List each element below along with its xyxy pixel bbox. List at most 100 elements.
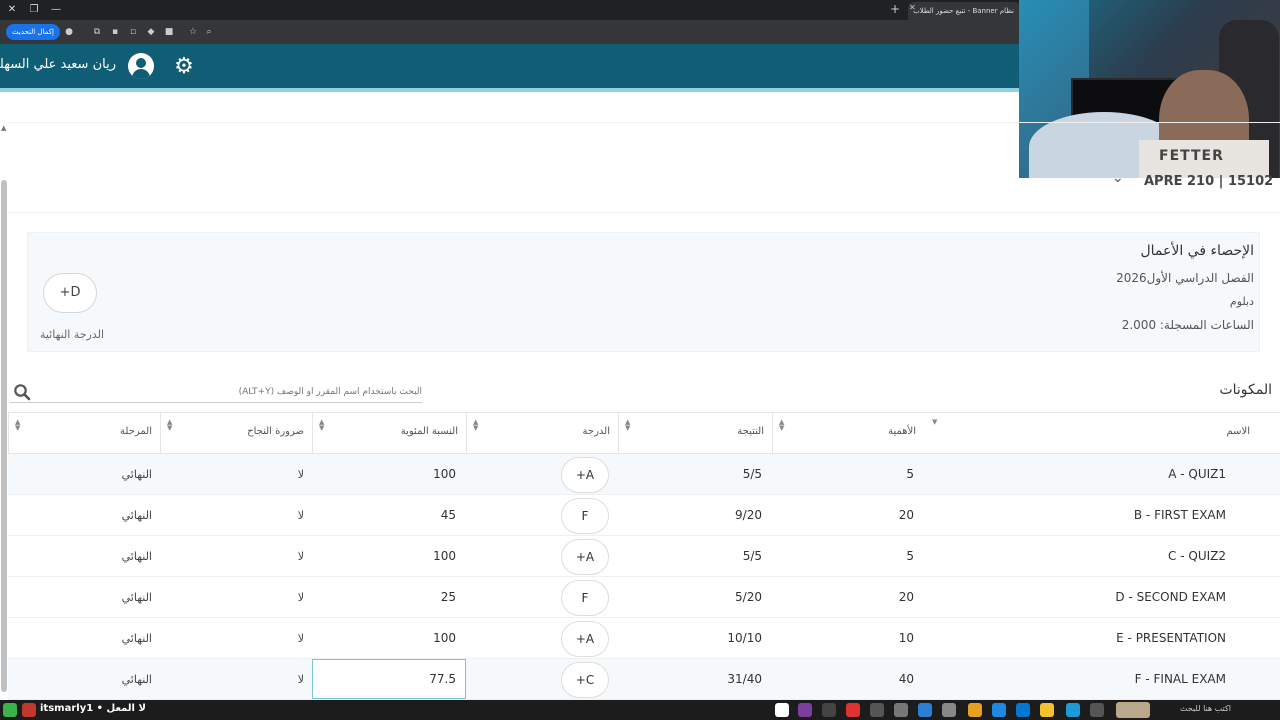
app-icon[interactable] <box>1090 703 1104 717</box>
table-row[interactable]: E - PRESENTATION 10 10/10 +A 100 لا النه… <box>8 618 1280 659</box>
cell-percent: 100 <box>433 549 456 563</box>
grade-badge: F <box>561 498 609 534</box>
cell-weight: 40 <box>898 672 914 686</box>
grade-badge: F <box>561 580 609 616</box>
header-required[interactable]: ▲ ▼ ضرورة النجاح <box>160 413 312 455</box>
update-button[interactable]: إكمال التحديث <box>6 24 60 40</box>
sort-icon[interactable]: ▲ ▼ <box>319 419 324 432</box>
extension-icon[interactable]: ■ <box>162 25 176 39</box>
cell-name: C - QUIZ2 <box>1168 549 1226 563</box>
user-name: ريان سعيد علي السهلي <box>0 57 116 72</box>
sort-desc-icon[interactable]: ▼ <box>932 419 937 426</box>
cell-weight: 20 <box>898 508 914 522</box>
header-percent[interactable]: ▲ ▼ النسبة المئوية <box>312 413 466 455</box>
cell-stage: النهائي <box>121 591 152 604</box>
sort-icon[interactable]: ▲ ▼ <box>15 419 20 432</box>
grade-badge: +A <box>561 621 609 657</box>
app-icon[interactable] <box>918 703 932 717</box>
profile-icon[interactable]: ● <box>62 25 76 39</box>
sort-icon[interactable]: ▲ ▼ <box>167 419 172 432</box>
table-row[interactable]: F - FINAL EXAM 40 31/40 +C 77.5 لا النها… <box>8 659 1280 700</box>
cell-score: 5/5 <box>742 549 762 563</box>
sort-icon[interactable]: ▲ ▼ <box>779 419 784 432</box>
app-icon[interactable] <box>942 703 956 717</box>
table-row[interactable]: B - FIRST EXAM 20 9/20 F 45 لا النهائي <box>8 495 1280 536</box>
table-row[interactable]: A - QUIZ1 5 5/5 +A 100 لا النهائي <box>8 454 1280 495</box>
extension-icon[interactable]: ▫ <box>126 25 140 39</box>
os-taskbar: itsmarly1 • لا المعل اكتب هنا للبحث <box>0 700 1280 720</box>
chrome-icon[interactable] <box>968 703 982 717</box>
table-row[interactable]: D - SECOND EXAM 20 5/20 F 25 لا النهائي <box>8 577 1280 618</box>
app-icon[interactable] <box>870 703 884 717</box>
course-semester: الفصل الدراسي الأول2026 <box>1116 271 1254 285</box>
extension-icon[interactable]: ◆ <box>144 25 158 39</box>
app-icon[interactable] <box>798 703 812 717</box>
sort-icon[interactable]: ▲ ▼ <box>625 419 630 432</box>
header-stage[interactable]: ▲ ▼ المرحلة <box>8 413 160 455</box>
cell-required: لا <box>297 632 304 645</box>
app-icon[interactable] <box>846 703 860 717</box>
chevron-down-icon[interactable]: ⌄ <box>1112 170 1124 186</box>
folder-icon[interactable] <box>1040 703 1054 717</box>
divider <box>8 212 1280 213</box>
app-icon[interactable] <box>22 703 36 717</box>
app-icon[interactable] <box>992 703 1006 717</box>
course-code[interactable]: APRE 210 | 15102 <box>1144 174 1273 189</box>
app-icon[interactable] <box>822 703 836 717</box>
table-row[interactable]: C - QUIZ2 5 5/5 +A 100 لا النهائي <box>8 536 1280 577</box>
grade-badge: +C <box>561 662 609 698</box>
header-required-label: ضرورة النجاح <box>247 426 304 437</box>
header-score-label: النتيجة <box>737 426 764 437</box>
cell-stage: النهائي <box>121 509 152 522</box>
new-tab-icon[interactable]: + <box>890 2 900 16</box>
close-window-icon[interactable]: ✕ <box>4 2 20 18</box>
course-hours: الساعات المسجلة: 2.000 <box>1121 318 1254 332</box>
cell-name: A - QUIZ1 <box>1168 467 1226 481</box>
header-weight-label: الأهمية <box>888 426 916 437</box>
cell-score: 5/5 <box>742 467 762 481</box>
avatar-head-icon <box>136 58 146 68</box>
header-percent-label: النسبة المئوية <box>400 426 458 437</box>
avatar[interactable] <box>128 53 154 79</box>
sort-icon[interactable]: ▲ ▼ <box>473 419 478 432</box>
settings-icon[interactable] <box>894 703 908 717</box>
webcam-overlay: FETTER <box>1019 0 1280 178</box>
header-weight[interactable]: ▲ ▼ الأهمية <box>772 413 924 455</box>
scroll-up-icon[interactable]: ▲ <box>1 124 6 132</box>
scrollbar-thumb[interactable] <box>1 180 7 692</box>
gear-icon[interactable]: ⚙ <box>170 53 198 81</box>
header-grade[interactable]: ▲ ▼ الدرجة <box>466 413 618 455</box>
zoom-icon[interactable]: ⌕ <box>202 25 216 39</box>
browser-titlebar: ✕ ❐ — + نظام Banner - تتبع حضور الطلاب ✕ <box>0 0 1020 20</box>
header-grade-label: الدرجة <box>582 426 610 437</box>
course-title: الإحصاء في الأعمال <box>1140 243 1254 259</box>
table-header: ▼ الاسم ▲ ▼ الأهمية ▲ ▼ النتيجة ▲ ▼ الدرجة … <box>8 412 1280 455</box>
final-grade-badge: +D <box>43 273 97 313</box>
course-level: دبلوم <box>1229 295 1254 308</box>
app-icon[interactable] <box>1016 703 1030 717</box>
tab-close-icon[interactable]: ✕ <box>909 3 916 12</box>
windows-start-icon[interactable] <box>775 703 789 717</box>
browser-toolbar: إكمال التحديث ● ⧉ ▪ ▫ ◆ ■ ☆ ⌕ <box>0 20 1020 44</box>
course-info-panel <box>27 232 1260 352</box>
cell-required: لا <box>297 673 304 686</box>
cell-weight: 5 <box>906 467 914 481</box>
header-score[interactable]: ▲ ▼ النتيجة <box>618 413 772 455</box>
extension-icon[interactable]: ▪ <box>108 25 122 39</box>
cell-name: B - FIRST EXAM <box>1133 508 1226 522</box>
app-icon[interactable] <box>1066 703 1080 717</box>
header-stage-label: المرحلة <box>120 426 152 437</box>
minimize-window-icon[interactable]: — <box>48 2 64 18</box>
restore-window-icon[interactable]: ❐ <box>26 2 42 18</box>
search-icon[interactable] <box>13 383 31 401</box>
bookmark-star-icon[interactable]: ☆ <box>186 25 200 39</box>
app-icon[interactable] <box>3 703 17 717</box>
cell-weight: 20 <box>898 590 914 604</box>
browser-tab[interactable]: نظام Banner - تتبع حضور الطلاب <box>908 2 1020 20</box>
extensions-icon[interactable]: ⧉ <box>90 25 104 39</box>
taskbar-search[interactable]: اكتب هنا للبحث <box>1180 704 1231 713</box>
header-name[interactable]: ▼ الاسم <box>924 413 1280 455</box>
cell-name: E - PRESENTATION <box>1116 631 1226 645</box>
search-input[interactable] <box>36 382 422 402</box>
taskbar-status-text: itsmarly1 • لا المعل <box>40 703 146 714</box>
